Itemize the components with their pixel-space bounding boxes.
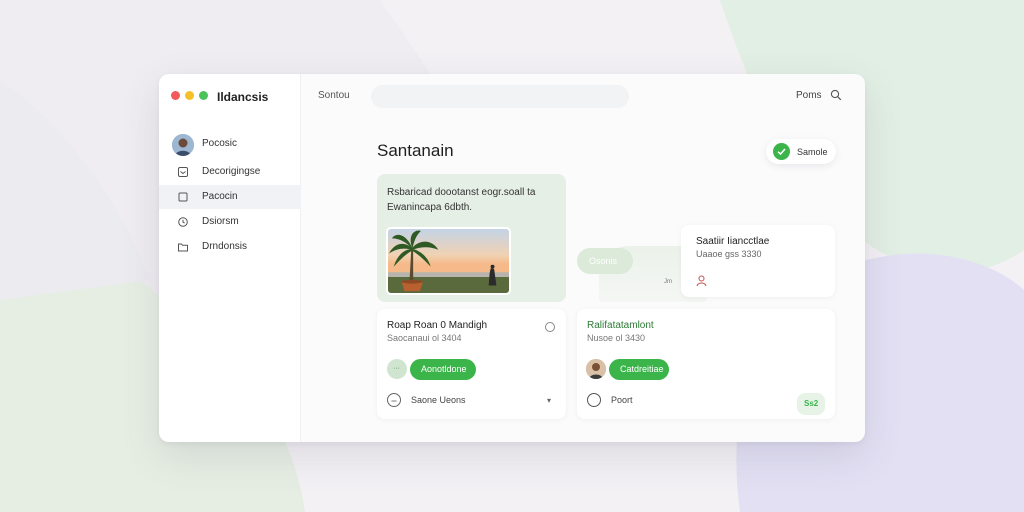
- toolbar-right-label[interactable]: Poms: [796, 90, 822, 101]
- sidebar-item-folders[interactable]: Drndonsis: [159, 235, 301, 259]
- status-badge[interactable]: Samole: [766, 139, 836, 164]
- square-icon: [178, 192, 188, 202]
- status-badge[interactable]: Ss2: [797, 393, 825, 415]
- sidebar-item-label: Drndonsis: [202, 241, 248, 252]
- toolbar-label[interactable]: Sontou: [318, 90, 350, 101]
- avatar: ···: [387, 359, 407, 379]
- info-card[interactable]: Saatiir Iiancctlae Uaaoe gss 3330: [681, 225, 835, 297]
- sidebar-item-label: Pocosic: [202, 138, 238, 149]
- floating-pill[interactable]: Osonis: [577, 248, 633, 274]
- folder-icon: [178, 243, 188, 252]
- clock-icon: [178, 217, 188, 227]
- card-footer-text: Saone Ueons: [411, 395, 466, 405]
- sidebar-item-designs[interactable]: Decorigingse: [159, 160, 301, 184]
- badge-label: Ss2: [804, 399, 819, 408]
- chevron-down-icon[interactable]: ▾: [547, 396, 551, 405]
- sidebar-item-label: Decorigingse: [202, 166, 261, 177]
- close-window-button[interactable]: [171, 91, 180, 100]
- feature-text-line2: Ewanincapa 6dbth.: [387, 202, 473, 213]
- card-subtitle: Saocanaui ol 3404: [387, 333, 462, 343]
- info-card-subtitle: Uaaoe gss 3330: [696, 249, 762, 259]
- content-card-left[interactable]: Roap Roan 0 Mandigh Saocanaui ol 3404 ··…: [377, 309, 566, 419]
- button-label: Catdreitiae: [620, 364, 664, 374]
- card-footer-text: Poort: [611, 395, 633, 405]
- status-label: Samole: [797, 147, 828, 157]
- secondary-action-button[interactable]: Catdreitiae: [609, 359, 669, 380]
- sidebar-item-label: Pacocin: [202, 191, 238, 202]
- inbox-icon: [178, 167, 188, 177]
- sidebar-item-profile[interactable]: Pocosic: [159, 132, 301, 156]
- card-subtitle: Nusoe ol 3430: [587, 333, 646, 343]
- app-window: Ildancsis Pocosic Decorigingse Pacocin D…: [159, 74, 865, 442]
- app-title: Ildancsis: [217, 90, 269, 104]
- sidebar-item-pages[interactable]: Pacocin: [159, 185, 301, 209]
- user-icon: [696, 275, 707, 287]
- palm-tree-image: [386, 227, 511, 295]
- floating-pill-label: Osonis: [589, 256, 618, 266]
- small-tag: Jm: [664, 279, 672, 285]
- primary-action-button[interactable]: Aonotldone: [410, 359, 476, 380]
- sidebar: Ildancsis Pocosic Decorigingse Pacocin D…: [159, 74, 301, 442]
- search-icon[interactable]: [830, 89, 842, 101]
- avatar: [586, 359, 606, 379]
- window-controls: [171, 91, 208, 100]
- feature-text-line1: Rsbaricad doootanst eogr.soall ta: [387, 187, 536, 198]
- card-title: Ralifatatamlont: [587, 320, 654, 331]
- search-input[interactable]: [371, 85, 629, 108]
- button-label: Aonotldone: [421, 364, 467, 374]
- maximize-window-button[interactable]: [199, 91, 208, 100]
- check-icon: [773, 143, 790, 160]
- sidebar-item-label: Dsiorsm: [202, 216, 239, 227]
- card-title: Roap Roan 0 Mandigh: [387, 320, 488, 331]
- info-card-title: Saatiir Iiancctlae: [696, 236, 770, 247]
- feature-card[interactable]: Rsbaricad doootanst eogr.soall ta Ewanin…: [377, 174, 566, 302]
- circle-icon[interactable]: [587, 393, 601, 407]
- circle-icon[interactable]: [387, 393, 401, 407]
- minimize-window-button[interactable]: [185, 91, 194, 100]
- radio-icon[interactable]: [545, 322, 555, 332]
- sidebar-item-history[interactable]: Dsiorsm: [159, 210, 301, 234]
- page-title: Santanain: [377, 141, 454, 160]
